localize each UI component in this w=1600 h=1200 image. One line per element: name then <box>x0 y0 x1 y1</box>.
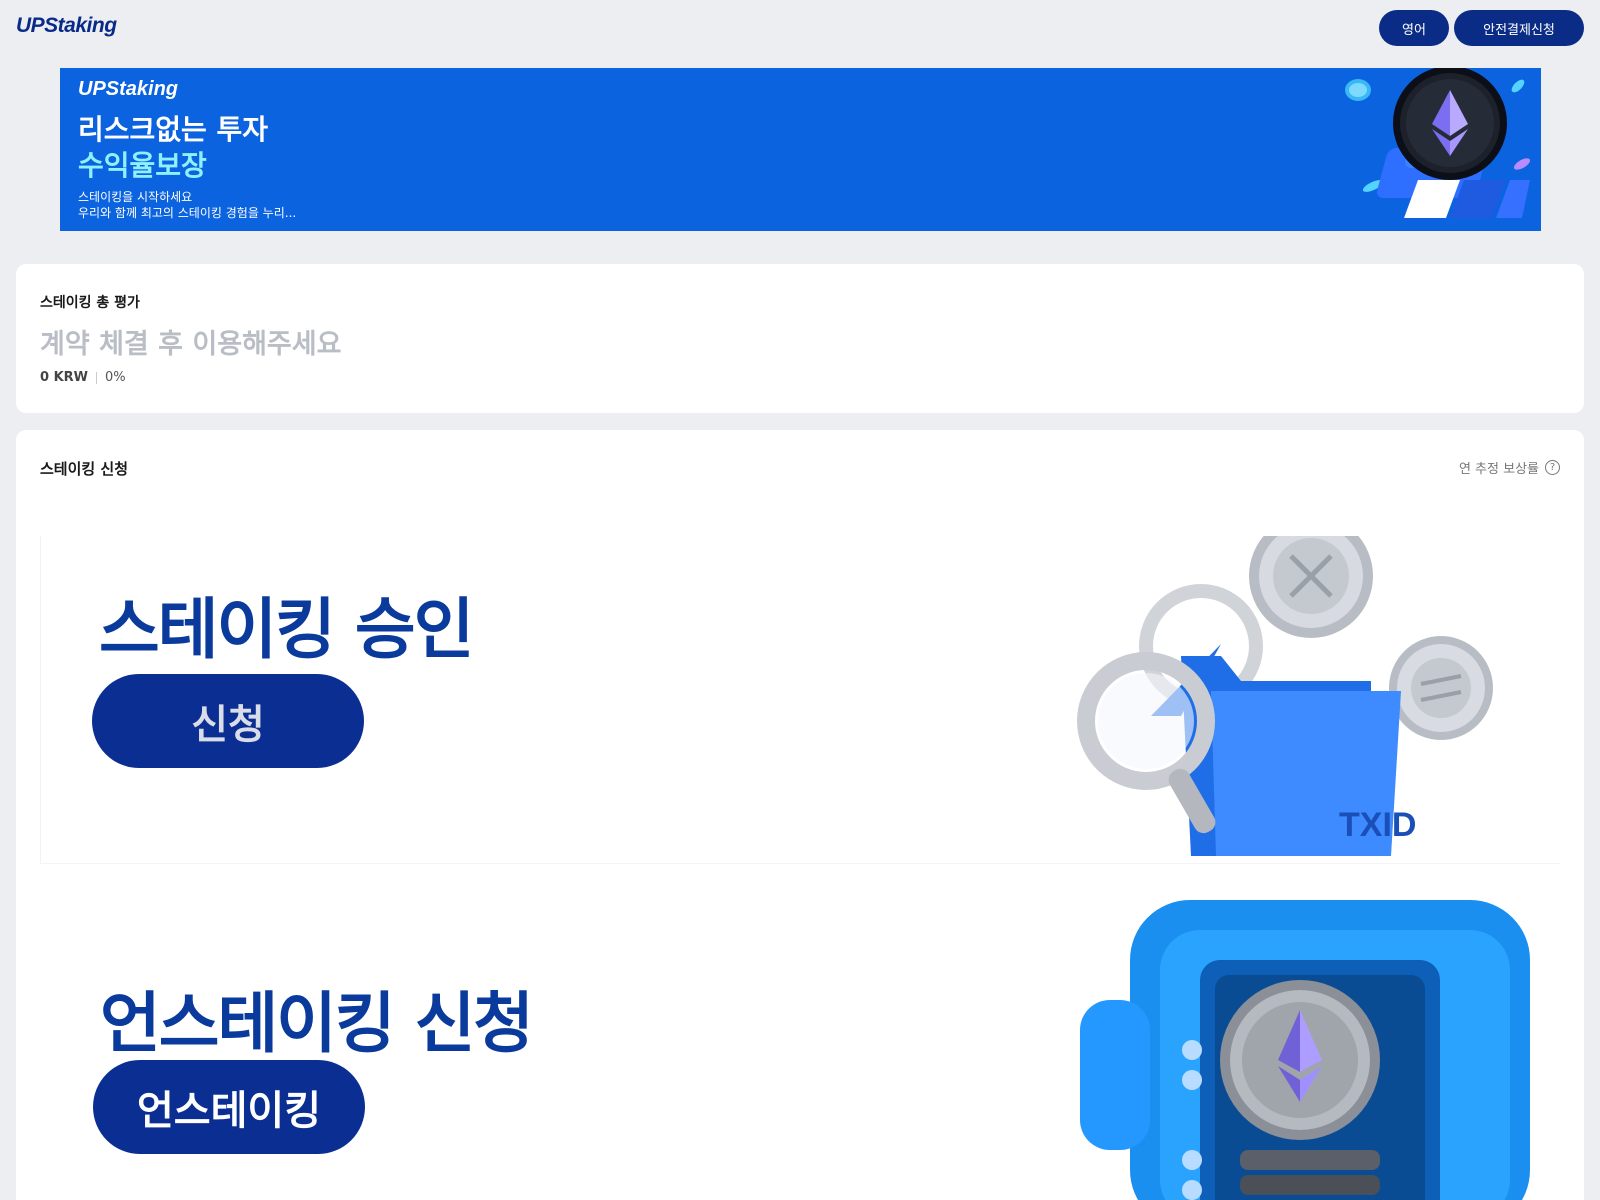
staking-approval-title: 스테이킹 승인 <box>99 591 474 668</box>
unstaking-button[interactable]: 언스테이킹 <box>93 1060 365 1154</box>
summary-amount: 0 KRW <box>40 370 88 385</box>
summary-percent: 0% <box>105 370 126 385</box>
promo-banner[interactable]: UPStaking 리스크없는 투자 수익율보장 스테이킹을 시작하세요 우리와… <box>60 68 1541 231</box>
banner-subtitle: 스테이킹을 시작하세요 <box>78 190 193 204</box>
ethereum-coin-icon <box>1345 68 1531 218</box>
language-button[interactable]: 영어 <box>1379 10 1449 46</box>
banner-description: 우리와 함께 최고의 스테이킹 경험을 누리... <box>78 206 297 220</box>
banner-headline-accent: 수익율보장 <box>78 149 207 182</box>
help-icon[interactable]: ? <box>1545 460 1560 475</box>
header: UPStaking 영어 안전결제신청 <box>0 0 1600 56</box>
summary-message: 계약 체결 후 이용해주세요 <box>40 329 342 360</box>
divider <box>96 371 97 384</box>
logo[interactable]: UPStaking <box>16 14 117 38</box>
safe-payment-button[interactable]: 안전결제신청 <box>1454 10 1584 46</box>
banner-headline: 리스크없는 투자 <box>78 113 269 146</box>
unstaking-panel[interactable]: 언스테이킹 신청 언스테이킹 <box>40 890 1560 1200</box>
safe-vault-coin-icon <box>1080 900 1530 1200</box>
summary-values: 0 KRW 0% <box>40 370 126 385</box>
banner-logo: UPStaking <box>78 78 179 100</box>
staking-summary-card: 스테이킹 총 평가 계약 체결 후 이용해주세요 0 KRW 0% <box>16 264 1584 413</box>
staking-approval-panel[interactable]: 스테이킹 승인 신청 TXID <box>40 536 1560 864</box>
yield-label: 연 추정 보상률 <box>1458 462 1539 477</box>
staking-apply-card: 스테이킹 신청 연 추정 보상률 ? 스테이킹 승인 신청 TXID 언스테이킹… <box>16 430 1584 1200</box>
unstaking-title: 언스테이킹 신청 <box>100 985 534 1062</box>
apply-button[interactable]: 신청 <box>92 674 364 768</box>
magnifier-folder-coins-icon: TXID <box>1077 536 1493 856</box>
summary-title: 스테이킹 총 평가 <box>40 295 140 311</box>
yield-info-link[interactable]: 연 추정 보상률 ? <box>1459 458 1560 477</box>
staking-section-title: 스테이킹 신청 <box>40 460 129 478</box>
svg-text:TXID: TXID <box>1339 806 1416 844</box>
